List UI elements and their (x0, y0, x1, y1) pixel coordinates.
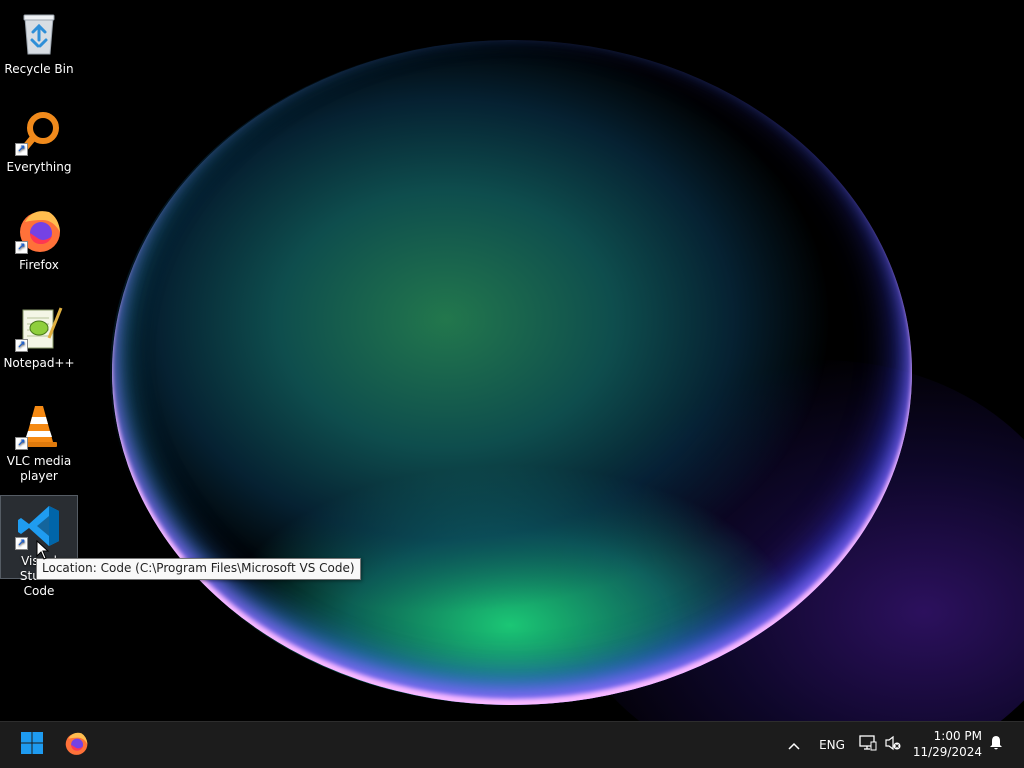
language-indicator[interactable]: ENG (812, 722, 852, 768)
windows-start-icon (20, 731, 44, 759)
notification-button[interactable] (984, 722, 1008, 768)
chevron-up-icon (787, 736, 801, 755)
desktop-icon-recycle-bin[interactable]: Recycle Bin (0, 4, 78, 77)
desktop-icon-everything[interactable]: ↗ Everything (0, 102, 78, 175)
recycle-bin-icon (15, 10, 63, 58)
firefox-icon (63, 730, 89, 760)
shortcut-arrow-icon: ↗ (15, 241, 28, 254)
clock[interactable]: 1:00 PM 11/29/2024 (913, 728, 982, 760)
shortcut-arrow-icon: ↗ (15, 537, 28, 550)
taskbar: ENG 1:00 PM 11/29/2024 (0, 721, 1024, 768)
desktop-icon-label: Firefox (19, 258, 59, 272)
everything-search-icon: ↗ (15, 108, 63, 156)
desktop-icon-label: VLC media player (6, 454, 72, 483)
clock-time: 1:00 PM (933, 729, 982, 743)
tooltip: Location: Code (C:\Program Files\Microso… (36, 558, 361, 580)
taskbar-firefox-button[interactable] (58, 728, 94, 762)
clock-date: 11/29/2024 (912, 745, 982, 759)
show-hidden-icons-button[interactable] (780, 722, 808, 768)
volume-muted-icon (885, 735, 901, 755)
notepad-plus-plus-icon: ↗ (15, 304, 63, 352)
desktop-icon-vlc[interactable]: ↗ VLC media player (0, 396, 78, 484)
network-icon (859, 735, 877, 755)
mouse-cursor-icon (36, 539, 50, 560)
shortcut-arrow-icon: ↗ (15, 143, 28, 156)
desktop-icon-label: Recycle Bin (4, 62, 74, 76)
desktop[interactable]: Recycle Bin ↗ Everything ↗ Firefox ↗ Not… (0, 0, 1024, 721)
desktop-icon-label: Notepad++ (3, 356, 75, 370)
wallpaper-ring (112, 40, 912, 705)
start-button[interactable] (14, 728, 50, 762)
vlc-cone-icon: ↗ (15, 402, 63, 450)
desktop-icon-notepad-plus-plus[interactable]: ↗ Notepad++ (0, 298, 78, 371)
desktop-icon-firefox[interactable]: ↗ Firefox (0, 200, 78, 273)
desktop-icon-label: Everything (6, 160, 72, 174)
network-volume-button[interactable] (856, 722, 904, 768)
bell-icon (989, 735, 1003, 755)
shortcut-arrow-icon: ↗ (15, 437, 28, 450)
firefox-icon: ↗ (15, 206, 63, 254)
shortcut-arrow-icon: ↗ (15, 339, 28, 352)
